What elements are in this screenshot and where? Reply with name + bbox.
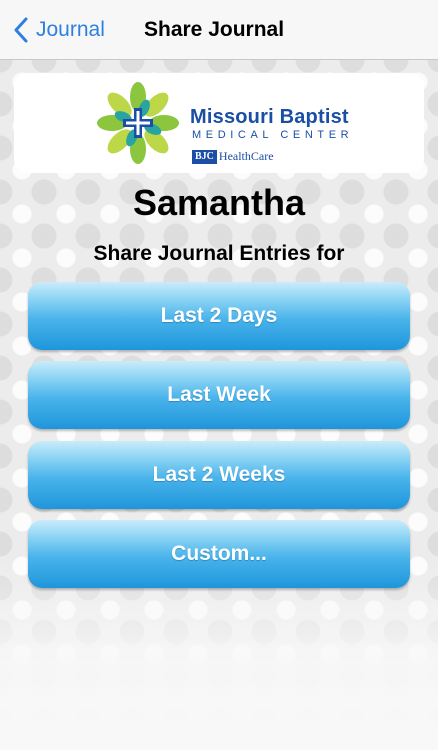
medical-cross-flower-icon	[97, 82, 179, 164]
background-fade	[0, 560, 438, 750]
brand-subtitle: MEDICAL CENTER	[192, 129, 354, 141]
back-button-label: Journal	[36, 18, 105, 41]
last-week-button[interactable]: Last Week	[28, 361, 410, 429]
chevron-left-icon	[8, 12, 34, 48]
bjc-badge: BJC	[192, 149, 217, 164]
share-heading: Share Journal Entries for	[93, 242, 345, 265]
hospital-logo-card: Missouri Baptist MEDICAL CENTER BJC Heal…	[14, 73, 424, 173]
last-2-weeks-button[interactable]: Last 2 Weeks	[28, 441, 410, 509]
page-title: Share Journal	[144, 18, 285, 41]
custom-range-button[interactable]: Custom...	[28, 520, 410, 588]
back-button[interactable]: Journal	[8, 12, 105, 48]
patient-name: Samantha	[132, 182, 306, 223]
last-2-days-button[interactable]: Last 2 Days	[28, 282, 410, 350]
bjc-healthcare-mark: BJC HealthCare	[192, 149, 274, 164]
bjc-healthcare-text: HealthCare	[218, 149, 274, 163]
brand-name: Missouri Baptist	[190, 106, 349, 128]
navigation-bar: Journal Share Journal	[0, 0, 438, 60]
